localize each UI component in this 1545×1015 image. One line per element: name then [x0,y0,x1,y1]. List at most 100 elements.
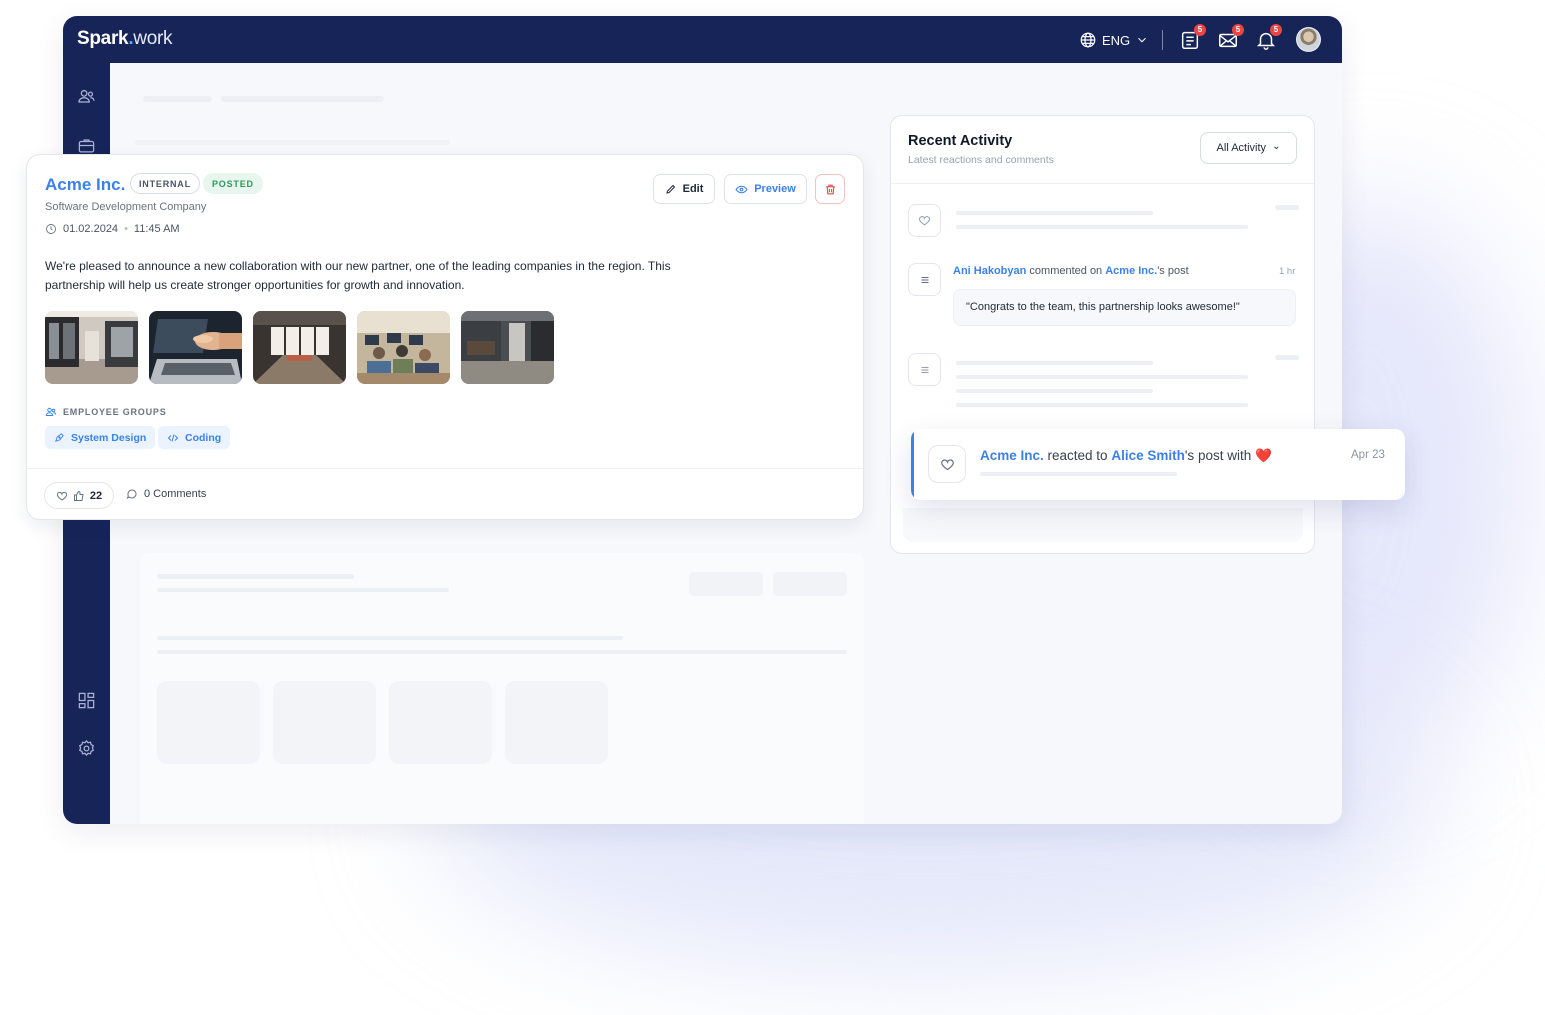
messages-badge: 5 [1232,24,1244,36]
skeleton-line [956,375,1248,379]
tasks-button[interactable]: 5 [1179,24,1206,51]
activity-comment-quote: "Congrats to the team, this partnership … [953,289,1296,326]
post-company-name[interactable]: Acme Inc. [45,175,125,195]
skeleton-line [135,140,450,145]
skeleton-line [980,472,1177,476]
sidebar-item-settings[interactable] [77,739,96,758]
sidebar-item-people[interactable] [77,87,96,106]
activity-item-icon [908,353,941,386]
post-photo-office-hallway[interactable] [45,311,138,384]
group-tag-system-design[interactable]: System Design [45,426,156,449]
skeleton-line [157,574,354,579]
activity-item-icon [908,204,941,237]
skeleton-line [157,636,623,640]
activity-panel-bottom [903,508,1303,542]
employee-groups-label: EMPLOYEE GROUPS [63,407,167,417]
app-logo[interactable]: Spark.work [77,28,173,50]
activity-text: 's post [1157,265,1189,277]
heart-icon [940,458,954,470]
trash-icon [825,184,835,194]
activity-author-link[interactable]: Ani Hakobyan [953,265,1026,277]
notifications-button[interactable]: 5 [1255,24,1282,51]
activity-header-divider [891,183,1314,184]
skeleton-image [157,681,260,764]
notification-text: Acme Inc. reacted to Alice Smith's post … [980,448,1272,464]
post-card: Acme Inc. INTERNAL POSTED Software Devel… [26,154,864,520]
briefcase-icon [78,139,95,153]
notification-text-part: 's post with [1184,448,1255,463]
users-icon [45,407,57,416]
skeleton-line [956,403,1248,407]
logo-light-text: work [133,28,173,49]
heart-emoji: ❤️ [1254,448,1272,463]
laptop-image [149,311,242,384]
posted-status-badge: POSTED [203,173,263,194]
list-icon [921,366,928,373]
skeleton-breadcrumb [221,96,384,102]
clock-icon [46,224,56,234]
pen-tool-icon [55,433,64,442]
team-meeting-image [357,311,450,384]
office-hallway-image [45,311,138,384]
pencil-icon [665,184,675,194]
comments-button[interactable]: 0 Comments [126,488,206,500]
activity-target-link[interactable]: Acme Inc. [1105,265,1157,277]
preview-button-label: Preview [754,183,796,195]
skeleton-image [389,681,492,764]
sidebar-item-jobs[interactable] [77,136,96,155]
preview-button[interactable]: Preview [724,174,807,204]
skeleton-line [956,389,1153,393]
activity-filter-label: All Activity [1216,142,1267,154]
edit-button[interactable]: Edit [653,174,715,204]
group-tag-coding[interactable]: Coding [158,426,231,449]
skeleton-button [773,572,847,596]
activity-subtitle: Latest reactions and comments [908,154,1054,166]
language-selector[interactable]: ENG [1079,31,1149,49]
notifications-badge: 5 [1270,24,1282,36]
list-icon [921,276,928,283]
skeleton-time [1275,355,1299,360]
comment-icon [126,489,137,499]
delete-button[interactable] [815,174,845,204]
tasks-badge: 5 [1194,24,1206,36]
corridor-image [461,311,554,384]
activity-title: Recent Activity [908,133,1013,149]
top-navigation-bar: Spark.work ENG 5 5 5 [63,16,1342,63]
stage: Spark.work ENG 5 5 5 Acme Inc. INTERNAL … [0,0,1545,1015]
timestamp-separator: • [124,223,128,235]
eye-icon [735,185,748,193]
post-company-subtitle: Software Development Company [45,201,207,213]
notification-icon [928,445,966,483]
post-body-text: We're pleased to announce a new collabor… [45,259,671,292]
activity-filter-dropdown[interactable]: All Activity ⌄ [1200,132,1297,164]
gear-icon [78,740,95,757]
open-office-image [253,311,346,384]
notification-target-link[interactable]: Alice Smith [1111,448,1185,463]
post-timestamp: 01.02.2024 • 11:45 AM [45,223,180,235]
post-photo-team-meeting[interactable] [357,311,450,384]
user-avatar[interactable] [1296,27,1321,52]
post-photo-open-office[interactable] [253,311,346,384]
notification-actor-link[interactable]: Acme Inc. [980,448,1044,463]
reactions-count: 22 [89,489,103,502]
messages-button[interactable]: 5 [1217,24,1244,51]
logo-bold-text: Spark [77,28,129,49]
sidebar-item-dashboard[interactable] [77,691,96,710]
reaction-notification-card[interactable]: Acme Inc. reacted to Alice Smith's post … [911,429,1405,500]
post-footer-divider [27,468,863,469]
skeleton-breadcrumb [143,96,212,102]
heart-icon [918,216,931,226]
chevron-down-icon: ⌄ [1272,141,1281,152]
reactions-button[interactable]: 22 [44,482,114,509]
header-divider [1162,30,1163,50]
notification-accent-bar [911,429,914,500]
skeleton-image [505,681,608,764]
edit-button-label: Edit [682,183,704,195]
group-tag-label: System Design [71,431,147,444]
activity-item-icon [908,263,941,296]
post-photo-corridor[interactable] [461,311,554,384]
users-icon [78,89,95,103]
post-photo-laptop[interactable] [149,311,242,384]
notification-date: Apr 23 [1351,449,1385,461]
activity-text: commented on [1026,265,1106,277]
